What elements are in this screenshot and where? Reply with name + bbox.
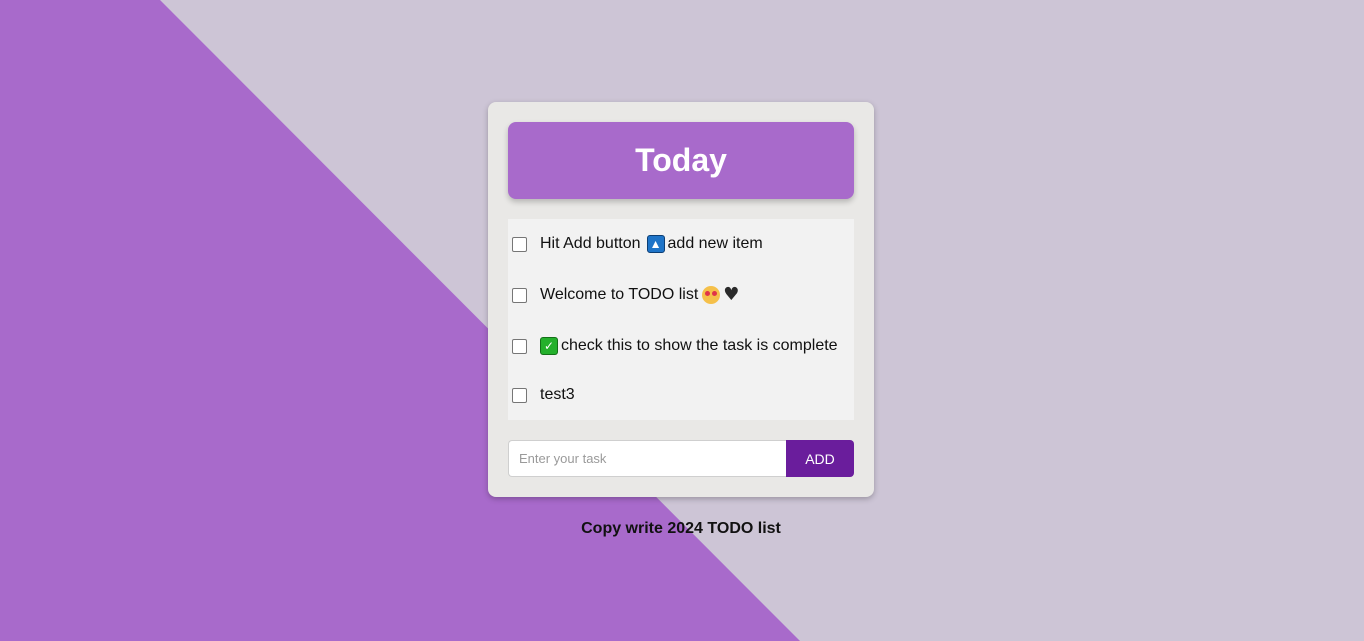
add-button[interactable]: ADD [786, 440, 854, 477]
task-input[interactable] [508, 440, 786, 477]
task-text: test3 [540, 386, 575, 404]
task-checkbox[interactable] [512, 387, 527, 403]
task-checkbox[interactable] [512, 338, 527, 354]
task-checkbox[interactable] [512, 236, 527, 252]
list-item: test3 [508, 380, 854, 410]
black-heart-icon: ♥ [723, 284, 740, 305]
footer-text: Copy write 2024 TODO list [581, 520, 781, 537]
task-text-part: check this to show the task is complete [561, 337, 838, 354]
check-mark-button-icon: ✓ [540, 337, 558, 355]
task-text-part: test3 [540, 386, 575, 403]
task-text-part: Hit Add button [540, 235, 641, 252]
task-text-part: Welcome to TODO list [540, 286, 699, 303]
add-task-form: ADD [508, 440, 854, 477]
task-text: Welcome to TODO list ♥ [540, 286, 739, 304]
list-item: ✓ check this to show the task is complet… [508, 331, 854, 361]
task-checkbox[interactable] [512, 287, 527, 303]
page-title: Today [635, 142, 727, 178]
todo-list: Hit Add button ▲ add new item Welcome to… [508, 219, 854, 420]
up-arrow-button-icon: ▲ [646, 235, 665, 253]
task-text: ✓ check this to show the task is complet… [540, 337, 838, 355]
header-banner: Today [508, 122, 854, 199]
todo-card: Today Hit Add button ▲ add new item Welc… [488, 102, 874, 497]
list-item: Hit Add button ▲ add new item [508, 229, 854, 259]
star-struck-face-icon [702, 286, 721, 304]
task-text-part: add new item [667, 235, 763, 252]
list-item: Welcome to TODO list ♥ [508, 280, 854, 310]
task-text: Hit Add button ▲ add new item [540, 235, 763, 253]
